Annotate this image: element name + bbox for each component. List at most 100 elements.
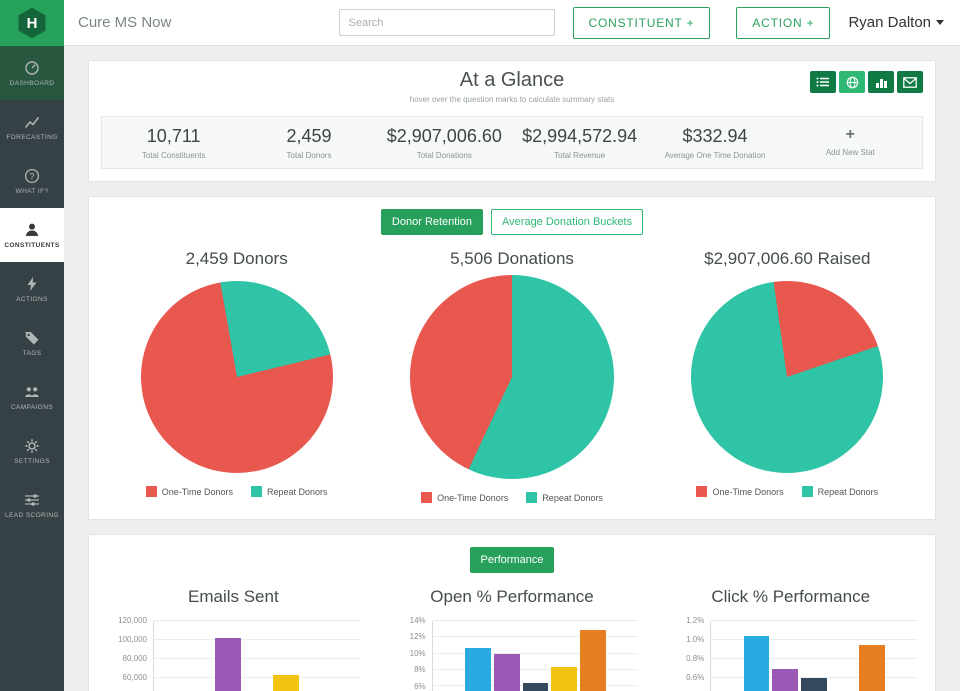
tab-performance[interactable]: Performance	[469, 547, 555, 573]
bar-tue[interactable]	[772, 668, 799, 691]
donors-pie-chart[interactable]	[140, 281, 333, 473]
bar-fri[interactable]	[580, 629, 607, 691]
sidebar-item-tags[interactable]: TAGS	[0, 316, 64, 370]
pie-legend: One-Time Donors Repeat Donors	[650, 486, 925, 497]
app-logo[interactable]: H	[0, 0, 64, 46]
page-title: At a Glance	[459, 69, 565, 91]
svg-text:?: ?	[29, 171, 34, 181]
legend-label: One-Time Donors	[161, 486, 233, 497]
stat-value: 2,459	[286, 126, 332, 146]
sidebar-item-forecasting[interactable]: FORECASTING	[0, 100, 64, 154]
list-view-button[interactable]	[810, 71, 836, 93]
plot-area	[710, 620, 918, 691]
summary-stats-strip: 10,711 Total Constituents 2,459 Total Do…	[101, 116, 923, 169]
performance-tab-row: Performance	[107, 547, 917, 573]
sidebar-item-actions[interactable]: ACTIONS	[0, 262, 64, 316]
campaigns-icon	[25, 386, 39, 397]
list-view-icon	[816, 77, 829, 87]
plot: 14%12%10%8%6%4%2%0% SunMonTueWedThuFriSa…	[386, 616, 639, 691]
bars	[433, 621, 639, 691]
stat-label: Total Donors	[286, 151, 332, 160]
plot: 120,000100,00080,00060,00040,00020,0000 …	[107, 616, 360, 691]
donations-pie-chart[interactable]	[409, 275, 614, 479]
sidebar-item-dashboard[interactable]: DASHBOARD	[0, 46, 64, 100]
donations-pie-section: 5,506 Donations One-Time Donors Repeat D…	[374, 249, 649, 503]
sidebar-item-label: FORECASTING	[6, 133, 58, 141]
emails-sent-chart: Emails Sent 120,000100,00080,00060,00040…	[107, 577, 360, 691]
stat-average-one-time-donation[interactable]: $332.94 Average One Time Donation	[647, 126, 782, 160]
bar-thu[interactable]	[272, 675, 299, 691]
raised-pie-section: $2,907,006.60 Raised One-Time Donors Rep…	[650, 249, 925, 503]
globe-view-button[interactable]	[839, 71, 865, 93]
bars	[154, 621, 360, 691]
legend-label: One-Time Donors	[712, 486, 784, 497]
pie-title: 5,506 Donations	[450, 249, 574, 268]
plot-column: SunMonTueWedThuFriSat	[431, 620, 639, 691]
plot-column: SunMonTueWedThuFriSat	[710, 620, 918, 691]
sidebar-item-settings[interactable]: SETTINGS	[0, 424, 64, 478]
stat-total-donors[interactable]: 2,459 Total Donors	[241, 126, 376, 160]
search-input[interactable]	[338, 9, 555, 36]
bar-mon[interactable]	[464, 647, 491, 691]
sidebar-item-campaigns[interactable]: CAMPAIGNS	[0, 370, 64, 424]
stat-label: Total Constituents	[141, 151, 206, 160]
tags-icon	[25, 331, 39, 344]
tab-average-donation-buckets[interactable]: Average Donation Buckets	[491, 209, 644, 235]
bar-chart-row: Emails Sent 120,000100,00080,00060,00040…	[107, 577, 918, 691]
legend-repeat-donors: Repeat Donors	[801, 486, 879, 497]
y-axis: 14%12%10%8%6%4%2%0%	[409, 616, 426, 691]
sidebar-item-lead-scoring[interactable]: LEAD SCORING	[0, 478, 64, 532]
bar-tue[interactable]	[493, 654, 520, 691]
plot-area	[153, 620, 360, 691]
constituents-icon	[26, 223, 38, 236]
click-percent-chart: Click % Performance 1.2%1.0%0.8%0.6%0.4%…	[664, 577, 918, 691]
lead-scoring-icon	[25, 493, 39, 506]
teal-swatch-icon	[526, 492, 538, 503]
add-action-button[interactable]: ACTION +	[736, 6, 831, 39]
mail-view-button[interactable]	[897, 71, 923, 93]
teal-swatch-icon	[250, 486, 262, 497]
glance-toolbar	[810, 71, 923, 93]
stat-label: Total Donations	[416, 151, 472, 160]
y-axis: 120,000100,00080,00060,00040,00020,0000	[118, 616, 147, 683]
red-swatch-icon	[145, 486, 157, 497]
bar-tue[interactable]	[215, 638, 241, 691]
bar-chart-view-button[interactable]	[868, 71, 894, 93]
add-new-stat-button[interactable]: + Add New Stat	[783, 126, 918, 160]
bar-wed[interactable]	[801, 678, 828, 691]
plus-icon: +	[845, 126, 855, 143]
sidebar: H DASHBOARD FORECASTING ? WHAT IF? CONST…	[0, 0, 64, 691]
add-constituent-button[interactable]: CONSTITUENT +	[572, 6, 711, 39]
stat-total-constituents[interactable]: 10,711 Total Constituents	[106, 126, 241, 160]
sidebar-item-label: DASHBOARD	[9, 79, 55, 87]
legend-repeat-donors: Repeat Donors	[526, 492, 603, 503]
teal-swatch-icon	[801, 486, 813, 497]
tab-donor-retention[interactable]: Donor Retention	[380, 209, 484, 235]
stat-label: Add New Stat	[825, 148, 875, 157]
legend-label: Repeat Donors	[817, 486, 879, 497]
sidebar-item-label: WHAT IF?	[15, 187, 49, 195]
stat-value: $2,994,572.94	[522, 126, 638, 146]
page-subtitle: hover over the question marks to calcula…	[409, 95, 615, 104]
raised-pie-chart[interactable]	[691, 281, 884, 473]
chart-title: Click % Performance	[711, 587, 871, 606]
pie-legend: One-Time Donors Repeat Donors	[99, 486, 374, 497]
stat-total-revenue[interactable]: $2,994,572.94 Total Revenue	[512, 126, 647, 160]
sidebar-item-label: TAGS	[22, 349, 42, 357]
globe-icon	[846, 76, 858, 88]
legend-label: Repeat Donors	[542, 492, 603, 503]
stat-value: $332.94	[682, 126, 748, 146]
bar-chart-icon	[875, 79, 887, 88]
bar-wed[interactable]	[522, 682, 549, 691]
bar-thu[interactable]	[551, 667, 578, 691]
sidebar-item-label: SETTINGS	[14, 457, 50, 465]
bar-mon[interactable]	[743, 636, 770, 691]
bar-fri[interactable]	[858, 644, 885, 691]
pie-chart-row: 2,459 Donors One-Time Donors Repeat Dono…	[99, 249, 925, 503]
sidebar-item-constituents[interactable]: CONSTITUENTS	[0, 208, 64, 262]
sidebar-item-what-if[interactable]: ? WHAT IF?	[0, 154, 64, 208]
what-if-icon: ?	[24, 168, 40, 183]
stat-total-donations[interactable]: $2,907,006.60 Total Donations	[377, 126, 512, 160]
donor-retention-card: Donor Retention Average Donation Buckets…	[88, 196, 936, 520]
user-menu[interactable]: Ryan Dalton	[848, 14, 944, 31]
